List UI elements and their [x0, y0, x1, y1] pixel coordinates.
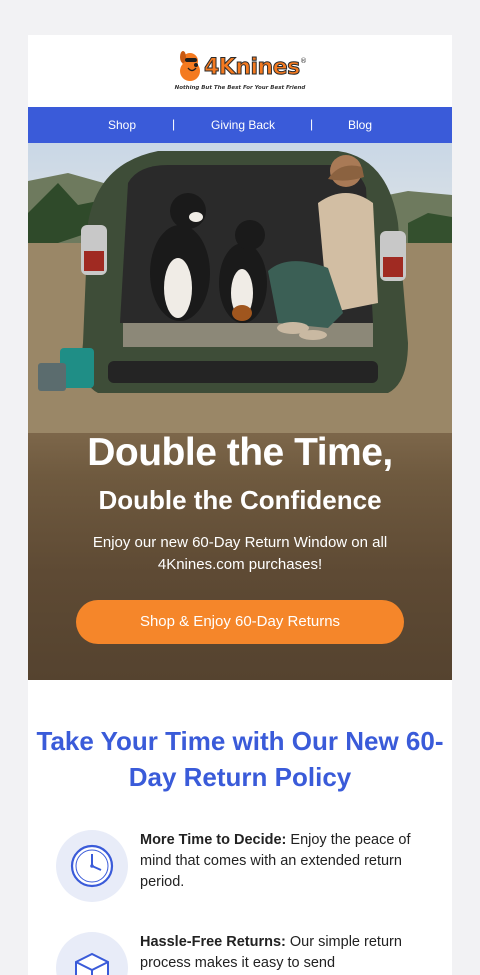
hero-photo [28, 151, 452, 433]
shop-returns-button[interactable]: Shop & Enjoy 60-Day Returns [76, 600, 404, 644]
nav-separator: | [310, 117, 314, 131]
registered-mark: ® [300, 57, 307, 65]
hero-title-line2: Double the Confidence [98, 485, 382, 515]
hero-title-line1: Double the Time, [87, 431, 393, 474]
nav-item-giving-back[interactable]: Giving Back [211, 118, 275, 132]
nav-item-shop[interactable]: Shop [108, 118, 136, 132]
nav-bar: Shop | Giving Back | Blog [28, 107, 452, 143]
logo-header[interactable]: 4Knines ® Nothing But The Best For Your … [28, 35, 452, 107]
email-card: 4Knines ® Nothing But The Best For Your … [28, 35, 452, 975]
feature-heading: Hassle-Free Returns: [140, 934, 286, 950]
brand-name: 4Knines [204, 55, 301, 81]
clock-icon [56, 830, 128, 902]
package-icon [56, 932, 128, 975]
policy-title: Take Your Time with Our New 60-Day Retur… [36, 726, 444, 792]
hero-banner[interactable]: Double the Time, Double the Confidence E… [28, 143, 452, 680]
brand-tagline: Nothing But The Best For Your Best Frien… [174, 85, 306, 91]
hero-subtitle: Enjoy our new 60-Day Return Window on al… [92, 534, 388, 573]
feature-text: Hassle-Free Returns: Our simple return p… [140, 932, 440, 974]
nav-separator: | [172, 117, 176, 131]
nav-item-blog[interactable]: Blog [348, 118, 372, 132]
feature-text: More Time to Decide: Enjoy the peace of … [140, 830, 440, 893]
dog-logo-icon [180, 51, 200, 81]
feature-heading: More Time to Decide: [140, 832, 287, 848]
